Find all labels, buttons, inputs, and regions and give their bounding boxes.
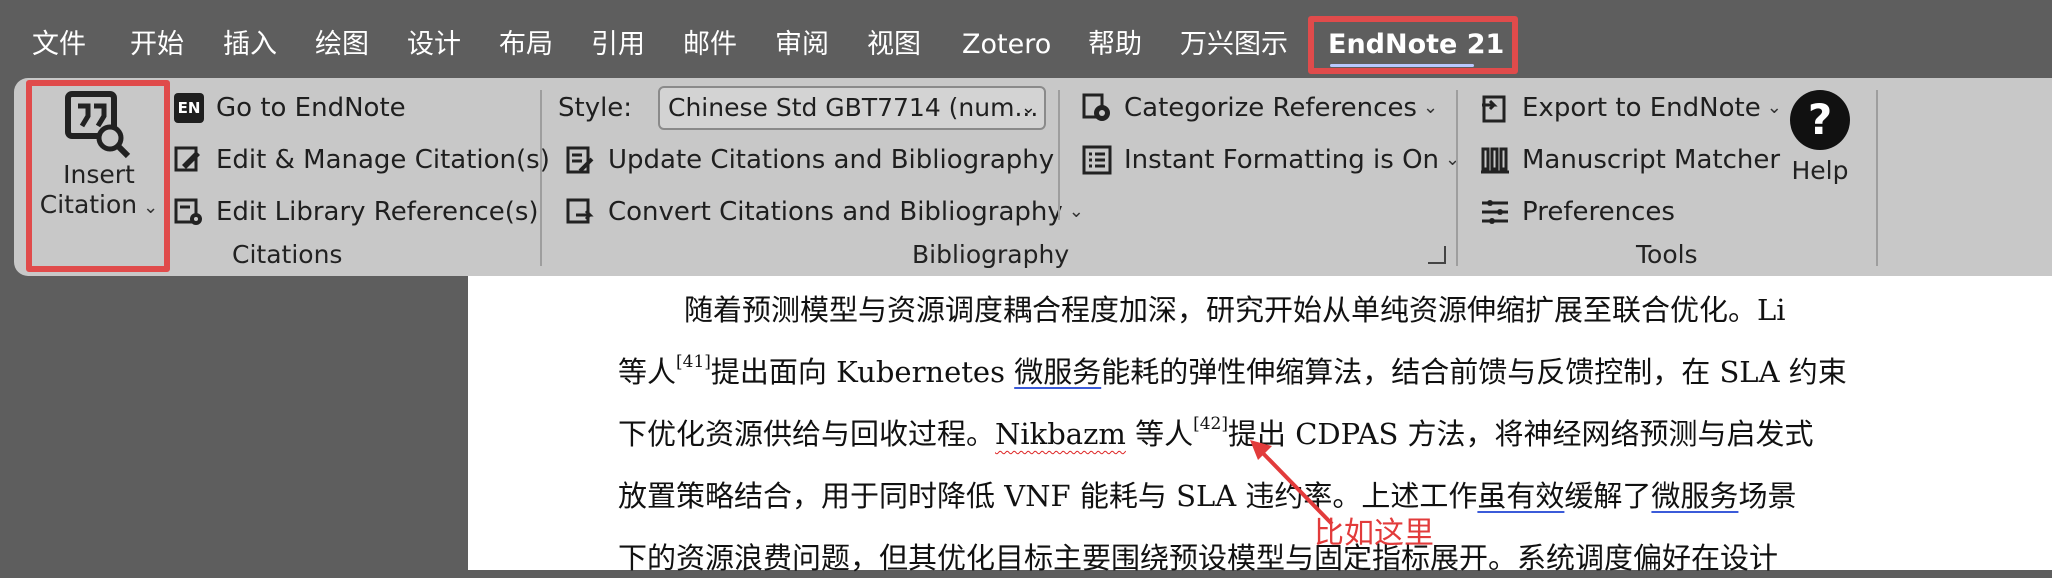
citation-42[interactable]: [42]	[1193, 414, 1228, 434]
style-value: Chinese Std GBT7714 (num...	[668, 93, 1039, 122]
edit-library-reference-button[interactable]: Edit Library Reference(s)	[174, 194, 539, 230]
tab-file[interactable]: 文件	[32, 26, 86, 64]
edit-manage-label: Edit & Manage Citation(s)	[216, 145, 550, 175]
tab-draw[interactable]: 绘图	[315, 26, 369, 64]
update-citations-button[interactable]: Update Citations and Bibliography	[566, 142, 1054, 178]
text-run: 提出面向 Kubernetes	[710, 355, 1015, 389]
manuscript-matcher-button[interactable]: Manuscript Matcher	[1480, 142, 1780, 178]
text-run: 等人	[1125, 417, 1194, 451]
tab-layout[interactable]: 布局	[499, 26, 553, 64]
text-run: 缓解了	[1564, 479, 1652, 513]
export-label: Export to EndNote	[1522, 93, 1761, 123]
update-document-icon	[566, 145, 596, 175]
categorize-gear-icon	[1082, 93, 1112, 123]
underlined-term: 虽有效	[1477, 479, 1565, 513]
underlined-term: 微服务	[1651, 479, 1739, 513]
categorize-references-button[interactable]: Categorize References ⌄	[1082, 90, 1438, 126]
tab-home[interactable]: 开始	[130, 26, 184, 64]
group-separator	[1058, 90, 1060, 220]
citation-41[interactable]: [41]	[676, 352, 711, 372]
convert-citations-button[interactable]: Convert Citations and Bibliography ⌄	[566, 194, 1084, 230]
tab-view[interactable]: 视图	[867, 26, 921, 64]
document-line-1: 随着预测模型与资源调度耦合程度加深，研究开始从单纯资源伸缩扩展至联合优化。Li	[684, 293, 1786, 327]
convert-label: Convert Citations and Bibliography	[608, 197, 1063, 227]
text-run: 等人	[618, 355, 677, 389]
tools-group-label: Tools	[1636, 240, 1698, 269]
endnote-icon: EN	[174, 93, 204, 123]
document-line-2: 等人[41]提出面向 Kubernetes 微服务能耗的弹性伸缩算法，结合前馈与…	[618, 352, 1847, 392]
text-run: 下优化资源供给与回收过程。	[618, 417, 996, 451]
annotation-text: 比如这里	[1314, 516, 1434, 551]
tab-review[interactable]: 审阅	[775, 26, 829, 64]
preferences-label: Preferences	[1522, 197, 1675, 227]
instant-formatting-icon	[1082, 145, 1112, 175]
group-separator	[1456, 90, 1458, 266]
tab-wondershare[interactable]: 万兴图示	[1180, 26, 1288, 64]
export-to-endnote-button[interactable]: Export to EndNote ⌄	[1480, 90, 1782, 126]
endnote-tab-highlight	[1308, 16, 1518, 74]
group-separator	[540, 90, 542, 266]
text-run: 场景	[1738, 479, 1797, 513]
bibliography-dialog-launcher-icon[interactable]	[1428, 246, 1446, 264]
tab-help[interactable]: 帮助	[1088, 26, 1142, 64]
instant-formatting-button[interactable]: Instant Formatting is On ⌄	[1082, 142, 1460, 178]
edit-library-label: Edit Library Reference(s)	[216, 197, 539, 227]
underlined-term: 微服务	[1014, 355, 1102, 389]
tab-insert[interactable]: 插入	[223, 26, 277, 64]
update-label: Update Citations and Bibliography	[608, 145, 1055, 175]
bibliography-group-label: Bibliography	[912, 240, 1070, 269]
chevron-down-icon: ⌄	[1422, 97, 1439, 118]
help-question-icon: ?	[1790, 90, 1850, 150]
text-run: 能耗的弹性伸缩算法，结合前馈与反馈控制，在 SLA 约束	[1101, 355, 1847, 389]
chevron-down-icon: ⌄	[1068, 201, 1084, 222]
library-gear-icon	[174, 197, 204, 227]
books-icon	[1480, 145, 1510, 175]
edit-citation-icon	[174, 145, 204, 175]
menu-bar: 文件 开始 插入 绘图 设计 布局 引用 邮件 审阅 视图 Zotero 帮助 …	[0, 0, 2052, 78]
spelling-flagged-word: Nikbazm	[995, 417, 1126, 451]
categorize-label: Categorize References	[1124, 93, 1417, 123]
style-dropdown[interactable]: Chinese Std GBT7714 (num... ⌄	[658, 86, 1046, 130]
help-button[interactable]: ? Help	[1780, 88, 1860, 192]
group-separator	[1876, 90, 1878, 266]
document-line-5: 下的资源浪费问题，但其优化目标主要围绕预设模型与固定指标展开。系统调度偏好在设计	[618, 541, 1779, 575]
go-to-endnote-button[interactable]: EN Go to EndNote	[174, 90, 406, 126]
tab-references[interactable]: 引用	[591, 26, 645, 64]
chevron-down-icon: ⌄	[1020, 97, 1036, 118]
sliders-icon	[1480, 197, 1510, 227]
edit-manage-citations-button[interactable]: Edit & Manage Citation(s)	[174, 142, 550, 178]
style-label: Style:	[558, 93, 633, 123]
go-to-endnote-label: Go to EndNote	[216, 93, 406, 123]
help-label: Help	[1791, 156, 1849, 185]
insert-citation-highlight	[26, 80, 170, 272]
tab-zotero[interactable]: Zotero	[962, 26, 1051, 64]
tab-mailings[interactable]: 邮件	[683, 26, 737, 64]
citations-group-label: Citations	[232, 240, 343, 269]
tab-design[interactable]: 设计	[407, 26, 461, 64]
preferences-button[interactable]: Preferences	[1480, 194, 1675, 230]
instant-formatting-label: Instant Formatting is On	[1124, 145, 1440, 175]
document-line-3: 下优化资源供给与回收过程。Nikbazm 等人[42]提出 CDPAS 方法，将…	[618, 414, 1814, 454]
export-icon	[1480, 93, 1510, 123]
document-line-4: 放置策略结合，用于同时降低 VNF 能耗与 SLA 违约率。上述工作虽有效缓解了…	[618, 476, 1796, 516]
convert-icon	[566, 197, 596, 227]
manuscript-label: Manuscript Matcher	[1522, 145, 1781, 175]
